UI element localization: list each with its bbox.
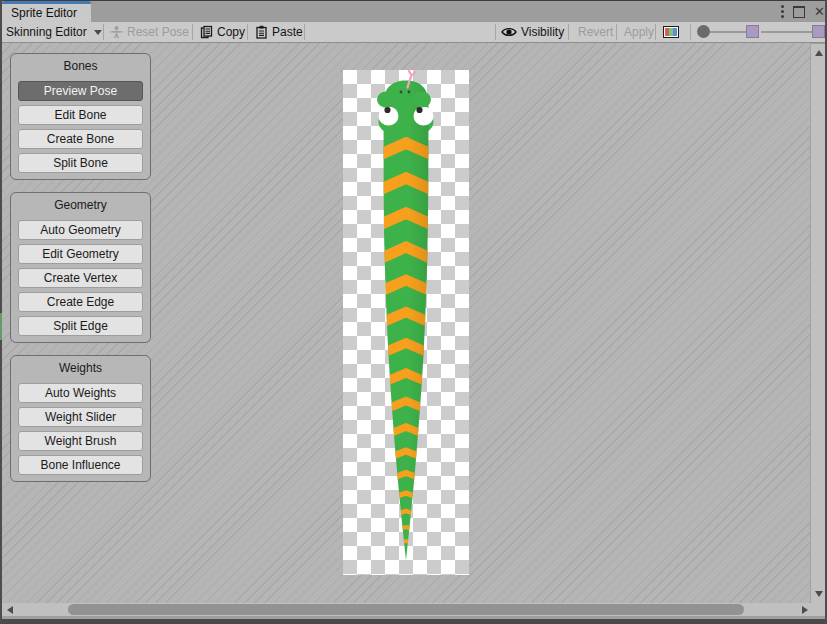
eye-icon xyxy=(501,26,517,38)
tab-sprite-editor[interactable]: Sprite Editor xyxy=(2,1,91,22)
panel-button-split-edge[interactable]: Split Edge xyxy=(18,316,143,336)
visibility-label: Visibility xyxy=(521,25,564,39)
panel-button-create-bone[interactable]: Create Bone xyxy=(18,129,143,149)
sprite-canvas[interactable] xyxy=(343,70,469,575)
vertical-scrollbar[interactable] xyxy=(810,44,825,603)
paste-label: Paste xyxy=(272,25,303,39)
skinning-editor-dropdown[interactable]: Skinning Editor xyxy=(6,22,102,42)
alpha-slider-track[interactable] xyxy=(761,31,814,33)
panel-button-auto-weights[interactable]: Auto Weights xyxy=(18,383,143,403)
tool-panels: Bones Preview Pose Edit Bone Create Bone Spl… xyxy=(10,53,151,482)
tool-panel-geometry: Geometry Auto Geometry Edit Geometry Create… xyxy=(10,192,151,343)
paste-button[interactable]: Paste xyxy=(255,22,303,42)
alpha-slider-track[interactable] xyxy=(710,31,748,33)
swatch-blue xyxy=(673,28,677,36)
panel-button-edit-bone[interactable]: Edit Bone xyxy=(18,105,143,125)
scrollbar-thumb[interactable] xyxy=(68,604,744,615)
panel-button-split-bone[interactable]: Split Bone xyxy=(18,153,143,173)
toolbar-separator xyxy=(655,24,656,40)
reset-pose-icon xyxy=(110,25,123,39)
apply-label: Apply xyxy=(624,25,654,39)
window-titlebar xyxy=(2,1,825,22)
panel-title: Bones xyxy=(18,59,143,74)
panel-button-preview-pose[interactable]: Preview Pose xyxy=(18,81,143,101)
skinning-editor-label: Skinning Editor xyxy=(6,25,87,39)
window-edge-artifact xyxy=(0,313,2,340)
panel-button-auto-geometry[interactable]: Auto Geometry xyxy=(18,220,143,240)
panel-title: Weights xyxy=(18,361,143,376)
toolbar-separator xyxy=(192,24,193,40)
scroll-right-arrow[interactable] xyxy=(802,606,808,614)
copy-label: Copy xyxy=(217,25,245,39)
panel-button-bone-influence[interactable]: Bone Influence xyxy=(18,455,143,475)
chevron-down-icon xyxy=(94,30,102,35)
toolbar: Skinning Editor Reset Pose Copy Paste xyxy=(2,22,825,43)
visibility-button[interactable]: Visibility xyxy=(501,22,564,42)
panel-button-edit-geometry[interactable]: Edit Geometry xyxy=(18,244,143,264)
apply-button[interactable]: Apply xyxy=(624,22,654,42)
reset-pose-label: Reset Pose xyxy=(127,25,189,39)
toolbar-separator xyxy=(495,24,496,40)
panel-button-weight-brush[interactable]: Weight Brush xyxy=(18,431,143,451)
toolbar-separator xyxy=(690,24,691,40)
sprite-thumb-icon xyxy=(746,25,759,38)
scroll-up-arrow[interactable] xyxy=(815,50,823,56)
close-icon[interactable]: ✕ xyxy=(814,5,825,18)
tool-panel-weights: Weights Auto Weights Weight Slider Weight B… xyxy=(10,355,151,482)
horizontal-scrollbar[interactable] xyxy=(2,603,810,616)
snake-sprite xyxy=(343,70,469,575)
toolbar-separator xyxy=(616,24,617,40)
scrollbar-corner xyxy=(810,603,825,616)
sprite-editor-viewport: Bones Preview Pose Edit Bone Create Bone Spl… xyxy=(2,43,810,603)
window-controls: ✕ xyxy=(780,1,827,22)
revert-label: Revert xyxy=(578,25,613,39)
toolbar-separator xyxy=(568,24,569,40)
toolbar-separator xyxy=(247,24,248,40)
toolbar-separator xyxy=(103,24,104,40)
revert-button[interactable]: Revert xyxy=(578,22,613,42)
maximize-icon[interactable] xyxy=(793,6,805,18)
window-border-left xyxy=(0,0,2,624)
scroll-down-arrow[interactable] xyxy=(815,591,823,597)
toolbar-separator xyxy=(304,24,305,40)
paste-icon xyxy=(255,25,268,39)
panel-button-weight-slider[interactable]: Weight Slider xyxy=(18,407,143,427)
color-swatch-button[interactable] xyxy=(663,26,679,38)
window-border-bottom-dark xyxy=(0,619,827,624)
copy-button[interactable]: Copy xyxy=(200,22,245,42)
window-border-top xyxy=(0,0,827,1)
alpha-slider-knob[interactable] xyxy=(697,25,710,38)
panel-button-create-vertex[interactable]: Create Vertex xyxy=(18,268,143,288)
scroll-left-arrow[interactable] xyxy=(7,606,13,614)
copy-icon xyxy=(200,25,213,39)
tool-panel-bones: Bones Preview Pose Edit Bone Create Bone Spl… xyxy=(10,53,151,180)
panel-button-create-edge[interactable]: Create Edge xyxy=(18,292,143,312)
kebab-menu-icon[interactable] xyxy=(780,5,784,18)
reset-pose-button[interactable]: Reset Pose xyxy=(110,22,189,42)
sprite-thumb-icon xyxy=(812,25,825,38)
panel-title: Geometry xyxy=(18,198,143,213)
